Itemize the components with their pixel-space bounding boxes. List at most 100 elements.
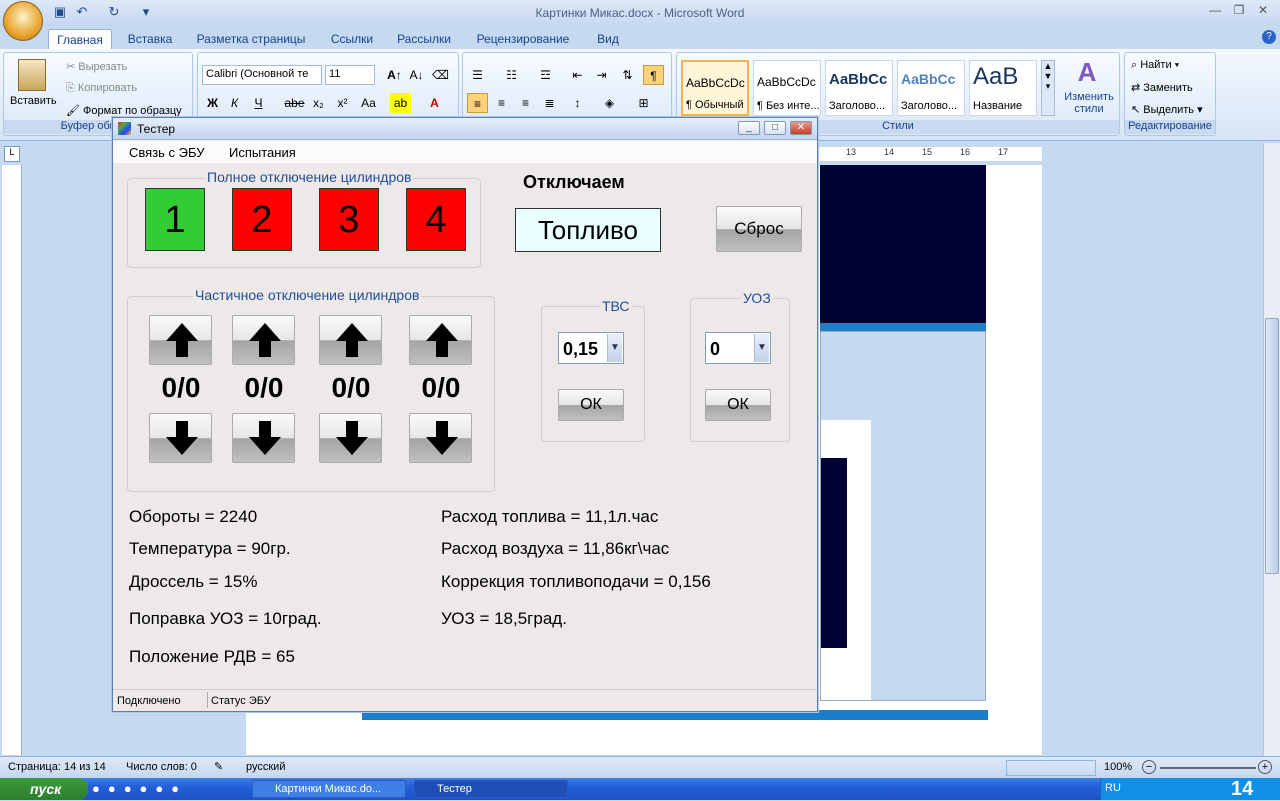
tester-maximize-icon[interactable]: □ [764, 121, 786, 135]
italic-icon[interactable]: К [224, 93, 245, 113]
style-normal[interactable]: AaBbCcDc ¶ Обычный [681, 60, 749, 116]
tab-review[interactable]: Рецензирование [468, 29, 578, 49]
highlight-icon[interactable]: ab [390, 93, 411, 113]
help-icon[interactable]: ? [1262, 30, 1276, 44]
font-color-icon[interactable]: A [424, 93, 445, 113]
align-center-icon[interactable]: ≡ [491, 93, 512, 113]
menu-tests[interactable]: Испытания [229, 145, 296, 160]
superscript-icon[interactable]: x² [332, 93, 353, 113]
close-icon[interactable]: ✕ [1252, 3, 1274, 19]
paste-icon[interactable] [18, 59, 46, 91]
maximize-icon[interactable]: ❐ [1228, 3, 1250, 19]
style-no-spacing[interactable]: AaBbCcDc ¶ Без инте... [753, 60, 821, 116]
vertical-ruler[interactable] [2, 165, 22, 755]
clear-format-icon[interactable]: ⌫ [430, 65, 451, 85]
align-right-icon[interactable]: ≡ [515, 93, 536, 113]
zoom-in-icon[interactable]: + [1258, 760, 1272, 774]
qat-menu-icon[interactable]: ▾ [138, 4, 154, 20]
paste-button[interactable]: Вставить [10, 95, 57, 107]
grow-font-icon[interactable]: A↑ [384, 65, 405, 85]
increase-cylinder-2-button[interactable] [232, 315, 295, 365]
tab-selector-icon[interactable]: L [4, 146, 20, 162]
increase-cylinder-3-button[interactable] [319, 315, 382, 365]
reset-button[interactable]: Сброс [716, 206, 802, 252]
taskbar-item-word[interactable]: Картинки Микас.do... [252, 780, 406, 798]
style-heading2[interactable]: AaBbCc Заголово... [897, 60, 965, 116]
undo-icon[interactable]: ↶ [74, 4, 90, 20]
tab-mailings[interactable]: Рассылки [390, 29, 458, 49]
cylinder-button-3[interactable]: 3 [319, 188, 379, 251]
tab-references[interactable]: Ссылки [322, 29, 382, 49]
taskbar-item-tester[interactable]: Тестер [414, 780, 568, 798]
underline-icon[interactable]: Ч [248, 93, 269, 113]
scrollbar-thumb[interactable] [1265, 318, 1279, 574]
decrease-indent-icon[interactable]: ⇤ [567, 65, 588, 85]
zoom-level[interactable]: 100% [1104, 761, 1132, 773]
find-button[interactable]: ⌕ Найти ▾ [1131, 59, 1179, 72]
replace-button[interactable]: ⇄ Заменить [1131, 81, 1193, 94]
minimize-icon[interactable]: — [1204, 3, 1226, 19]
borders-icon[interactable]: ⊞ [633, 93, 654, 113]
bullets-icon[interactable]: ☰ [467, 65, 488, 85]
chevron-down-icon[interactable]: ▼ [754, 334, 769, 362]
subscript-icon[interactable]: x₂ [308, 93, 329, 113]
numbering-icon[interactable]: ☷ [501, 65, 522, 85]
show-marks-icon[interactable]: ¶ [643, 65, 664, 85]
select-button[interactable]: ↖ Выделить ▾ [1131, 103, 1203, 116]
font-name-combo[interactable]: Calibri (Основной те [202, 65, 322, 85]
sort-icon[interactable]: ⇅ [617, 65, 638, 85]
clock[interactable]: 14 [1231, 778, 1253, 801]
cut-button[interactable]: ✂ Вырезать [66, 60, 127, 73]
language-indicator[interactable]: RU [1105, 782, 1121, 794]
save-icon[interactable]: ▣ [52, 4, 68, 20]
view-buttons-icon[interactable] [1006, 760, 1096, 776]
increase-indent-icon[interactable]: ⇥ [591, 65, 612, 85]
tab-page-layout[interactable]: Разметка страницы [190, 29, 312, 49]
menu-ecu-connection[interactable]: Связь с ЭБУ [129, 145, 204, 160]
spellcheck-icon[interactable]: ✎ [214, 760, 223, 773]
decrease-cylinder-2-button[interactable] [232, 413, 295, 463]
vertical-scrollbar[interactable] [1263, 143, 1280, 756]
cylinder-button-4[interactable]: 4 [406, 188, 466, 251]
tvs-ok-button[interactable]: ОК [558, 389, 624, 421]
zoom-slider[interactable] [1160, 767, 1256, 769]
change-styles-button[interactable]: Изменить стили [1059, 91, 1119, 115]
office-button[interactable] [3, 1, 43, 41]
start-button[interactable]: пуск [0, 778, 88, 800]
copy-button[interactable]: ⎘ Копировать [66, 82, 137, 95]
change-styles-icon[interactable]: A [1073, 57, 1101, 87]
multilevel-list-icon[interactable]: ☲ [535, 65, 556, 85]
bold-icon[interactable]: Ж [202, 93, 223, 113]
tab-view[interactable]: Вид [588, 29, 628, 49]
tester-close-icon[interactable]: ✕ [790, 121, 812, 135]
strikethrough-icon[interactable]: abe [284, 93, 305, 113]
uoz-select[interactable]: 0 ▼ [705, 332, 771, 364]
tvs-select[interactable]: 0,15 ▼ [558, 332, 624, 364]
tab-home[interactable]: Главная [48, 29, 112, 49]
disable-value-field[interactable]: Топливо [515, 208, 661, 252]
tester-title-bar[interactable]: Тестер _ □ ✕ [113, 118, 817, 140]
word-count-status[interactable]: Число слов: 0 [126, 761, 197, 773]
increase-cylinder-4-button[interactable] [409, 315, 472, 365]
align-left-icon[interactable]: ≡ [467, 93, 488, 113]
decrease-cylinder-3-button[interactable] [319, 413, 382, 463]
style-heading1[interactable]: AaBbCc Заголово... [825, 60, 893, 116]
shrink-font-icon[interactable]: A↓ [406, 65, 427, 85]
cylinder-button-2[interactable]: 2 [232, 188, 292, 251]
line-spacing-icon[interactable]: ↕ [567, 93, 588, 113]
style-title[interactable]: AaB Название [969, 60, 1037, 116]
decrease-cylinder-1-button[interactable] [149, 413, 212, 463]
shading-icon[interactable]: ◈ [599, 93, 620, 113]
font-size-combo[interactable]: 11 [325, 65, 375, 85]
tab-insert[interactable]: Вставка [120, 29, 180, 49]
page-status[interactable]: Страница: 14 из 14 [8, 761, 106, 773]
decrease-cylinder-4-button[interactable] [409, 413, 472, 463]
chevron-down-icon[interactable]: ▼ [607, 334, 622, 362]
redo-icon[interactable]: ↻ [106, 4, 122, 20]
styles-scroll-icon[interactable]: ▲ ▼ ▾ [1041, 60, 1055, 116]
zoom-out-icon[interactable]: − [1142, 760, 1156, 774]
cylinder-button-1[interactable]: 1 [145, 188, 205, 251]
increase-cylinder-1-button[interactable] [149, 315, 212, 365]
change-case-icon[interactable]: Aa [358, 93, 379, 113]
tester-minimize-icon[interactable]: _ [738, 121, 760, 135]
